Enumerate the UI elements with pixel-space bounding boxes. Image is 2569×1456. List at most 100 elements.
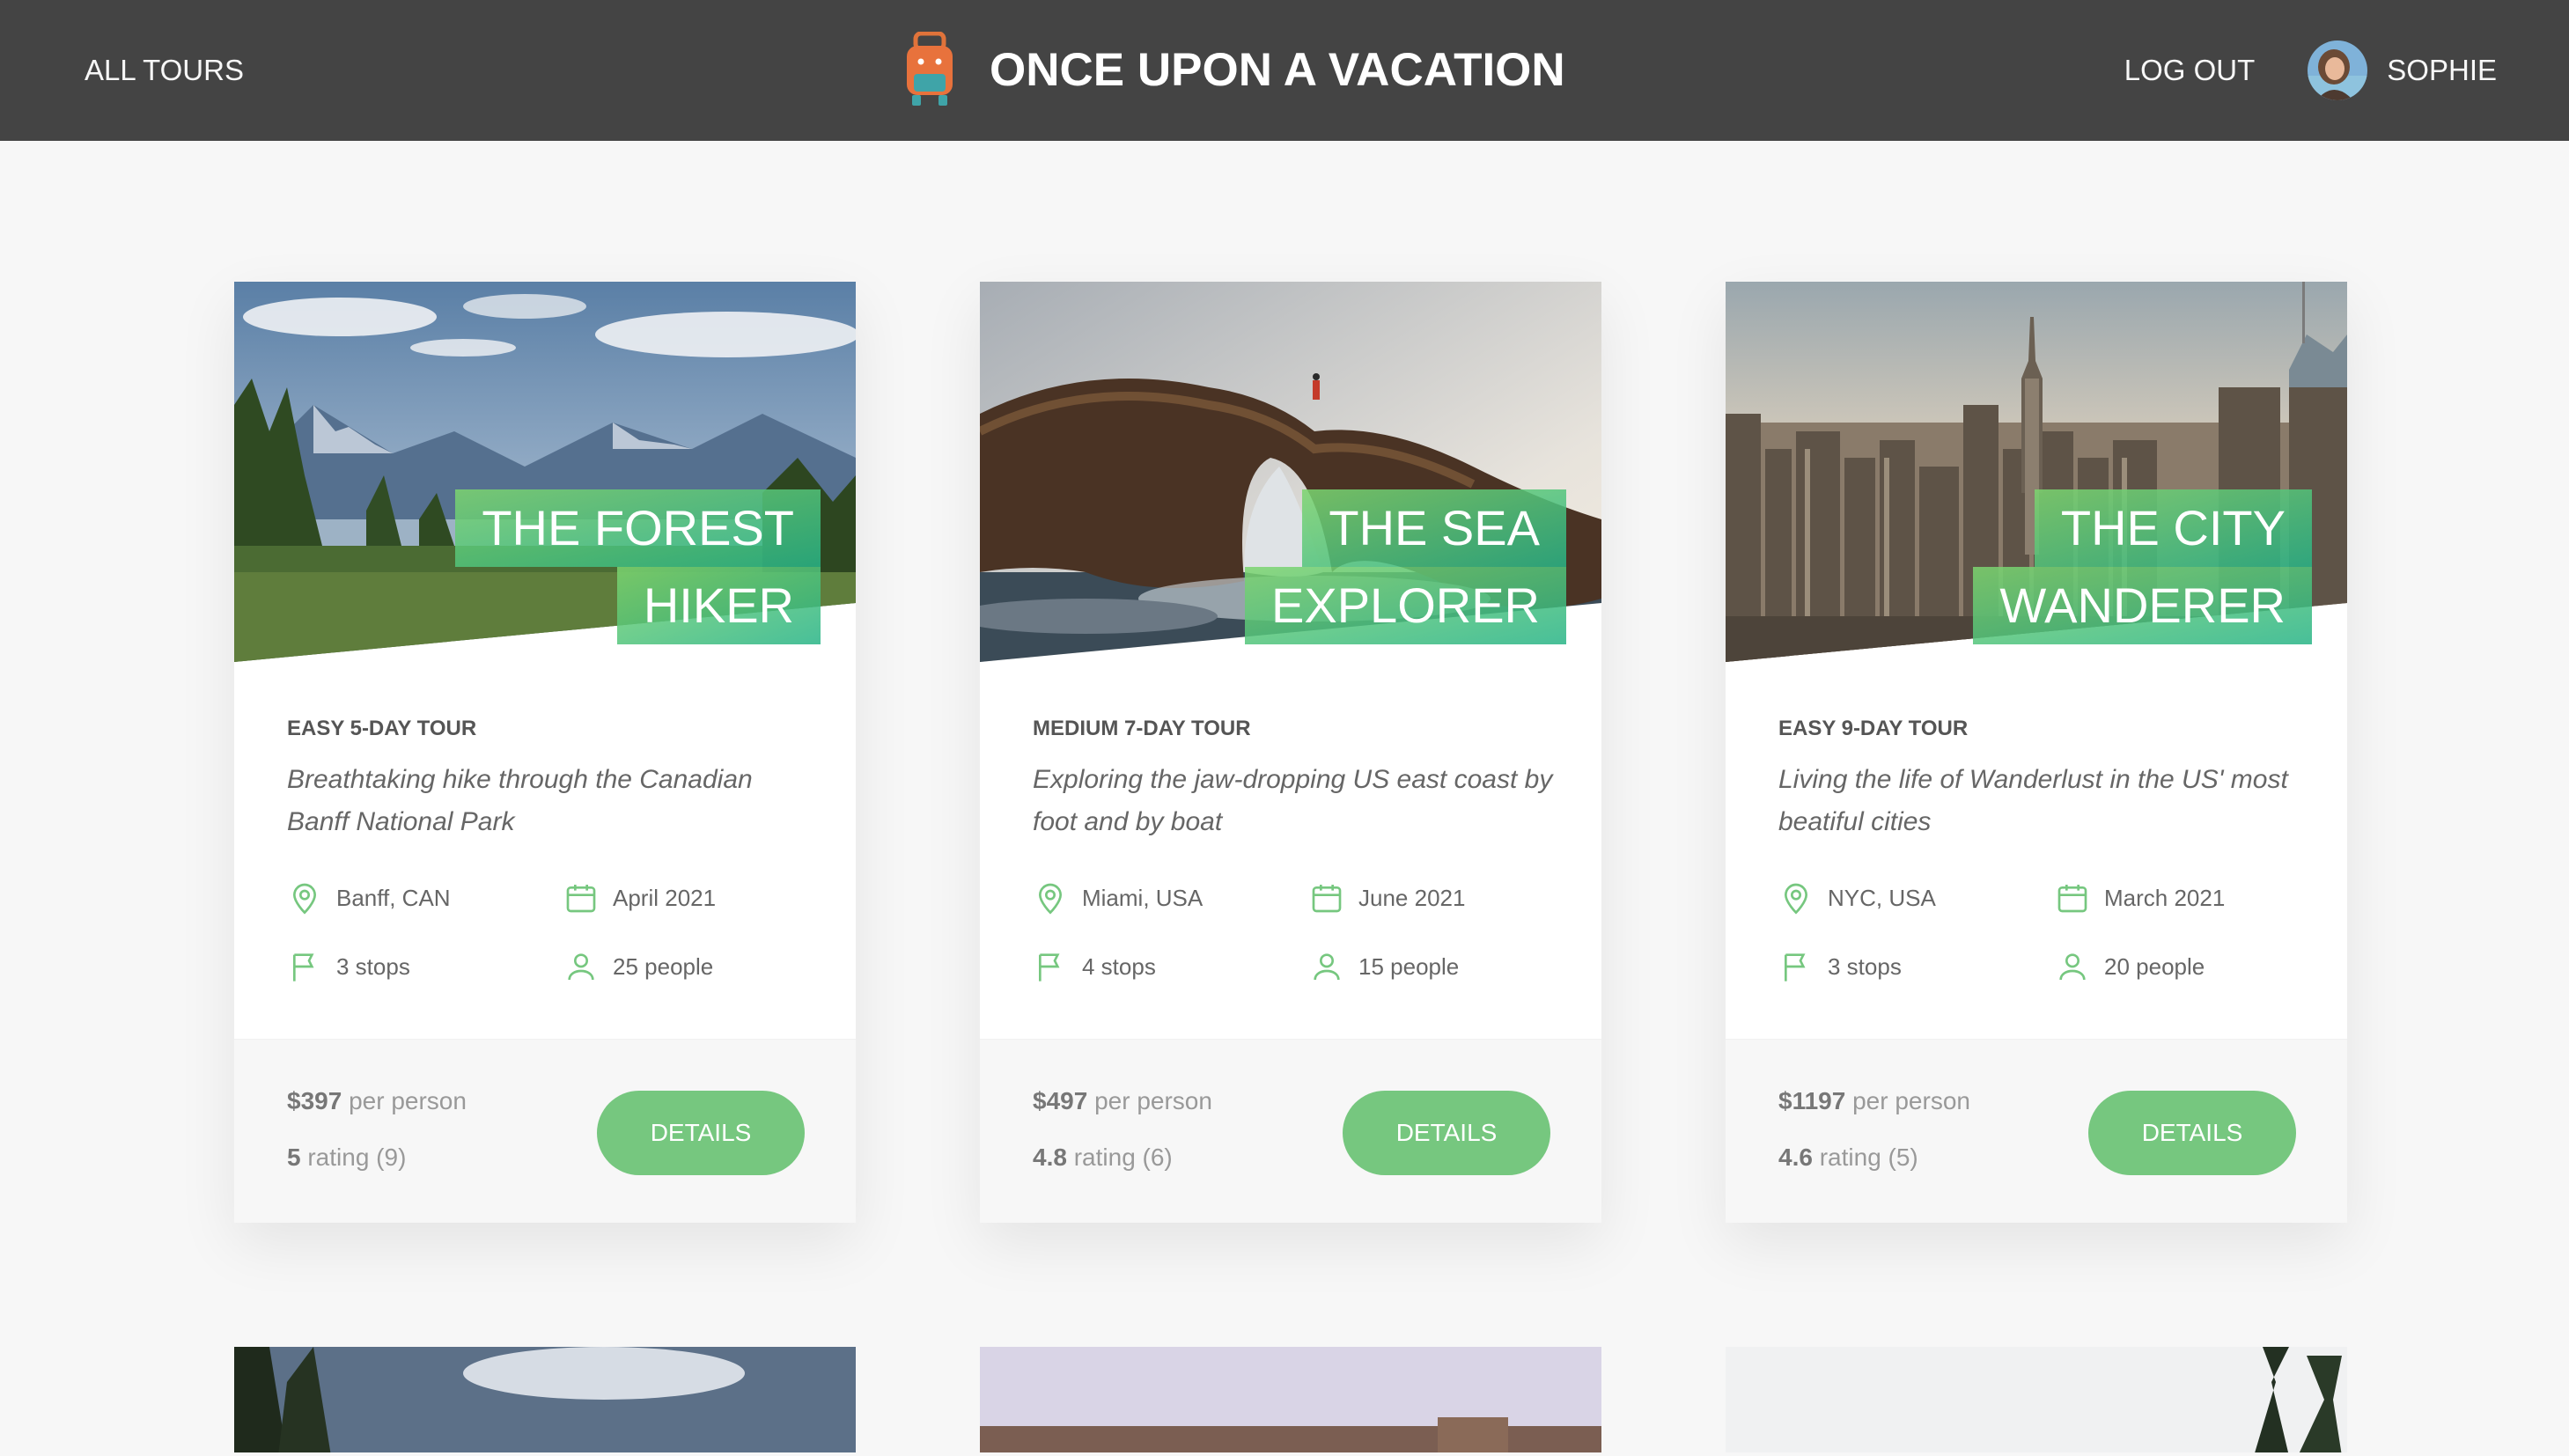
tour-photo-partial	[234, 1347, 856, 1452]
flag-icon	[293, 953, 314, 982]
rating: 5 rating (9)	[287, 1143, 406, 1172]
tour-card-partial	[980, 1347, 1601, 1452]
fact-text: 25 people	[613, 952, 714, 980]
rating: 4.6 rating (5)	[1778, 1143, 1918, 1172]
rating-suffix: rating (9)	[307, 1143, 407, 1171]
tour-facts: NYC, USA March 2021 3 stops 20 people	[1778, 880, 2307, 1021]
fact-stops: 3 stops	[1778, 949, 1902, 984]
tour-difficulty: Easy 9-day tour	[1778, 717, 1969, 740]
fact-people: 25 people	[563, 949, 713, 984]
tour-card: The City Wanderer Easy 9-day tour Living…	[1726, 282, 2347, 1223]
price-value: $397	[287, 1087, 342, 1114]
tour-photo-partial	[1726, 1347, 2347, 1452]
card-footer: $497 per person 4.8 rating (6) Details	[980, 1039, 1601, 1223]
tour-card-partial	[1726, 1347, 2347, 1452]
fact-text: Banff, CAN	[336, 884, 451, 911]
card-footer: $397 per person 5 rating (9) Details	[234, 1039, 856, 1223]
fact-date: April 2021	[563, 880, 716, 916]
price-value: $1197	[1778, 1087, 1846, 1114]
tour-summary: Living the life of Wanderlust in the US'…	[1778, 765, 2288, 836]
price-suffix: per person	[1852, 1087, 1970, 1114]
fact-people: 15 people	[1309, 949, 1459, 984]
calendar-icon	[1312, 885, 1342, 913]
tour-difficulty: Medium 7-day tour	[1033, 717, 1251, 740]
fact-location: Miami, USA	[1033, 880, 1203, 916]
map-pin-icon	[1038, 883, 1063, 915]
tour-facts: Banff, CAN April 2021 3 stops 25 people	[287, 880, 815, 1021]
site-header: All tours ONCE UPON A VACATION Log out S…	[0, 0, 2569, 141]
backpack-logo-icon	[907, 32, 953, 106]
rating-value: 4.8	[1033, 1143, 1067, 1171]
price: $397 per person	[287, 1087, 467, 1115]
card-header: The Forest Hiker	[234, 282, 856, 662]
user-icon	[2059, 953, 2086, 981]
fact-text: June 2021	[1358, 884, 1466, 911]
card-title-line: Wanderer	[1973, 567, 2312, 644]
tour-summary: Exploring the jaw-dropping US east coast…	[1033, 765, 1553, 836]
card-title-line: The City	[2034, 489, 2312, 567]
map-pin-icon	[292, 883, 317, 915]
user-nav: Log out Sophie	[2124, 0, 2497, 141]
card-title-line: The Sea	[1302, 489, 1566, 567]
details-button[interactable]: Details	[1343, 1091, 1550, 1175]
tour-card-partial	[234, 1347, 856, 1452]
price-suffix: per person	[1094, 1087, 1212, 1114]
rating-suffix: rating (6)	[1073, 1143, 1173, 1171]
user-name-link[interactable]: Sophie	[2387, 54, 2497, 87]
details-button[interactable]: Details	[2088, 1091, 2296, 1175]
tour-card: The Sea Explorer Medium 7-day tour Explo…	[980, 282, 1601, 1223]
all-tours-link[interactable]: All tours	[85, 54, 244, 87]
card-title-line: The Forest	[455, 489, 821, 567]
card-title: The Sea Explorer	[1038, 489, 1566, 644]
fact-date: March 2021	[2055, 880, 2225, 916]
fact-text: 3 stops	[1828, 952, 1902, 980]
flag-icon	[1785, 953, 1806, 982]
fact-text: March 2021	[2104, 884, 2226, 911]
user-icon	[568, 953, 594, 981]
calendar-icon	[566, 885, 596, 913]
tour-facts: Miami, USA June 2021 4 stops 15 people	[1033, 880, 1561, 1021]
fact-text: April 2021	[613, 884, 717, 911]
fact-date: June 2021	[1309, 880, 1465, 916]
brand-logo[interactable]: ONCE UPON A VACATION	[902, 32, 1565, 107]
card-footer: $1197 per person 4.6 rating (5) Details	[1726, 1039, 2347, 1223]
tour-difficulty: Easy 5-day tour	[287, 717, 477, 740]
map-pin-icon	[1784, 883, 1808, 915]
price-value: $497	[1033, 1087, 1088, 1114]
rating-value: 5	[287, 1143, 301, 1171]
fact-text: Miami, USA	[1082, 884, 1204, 911]
brand-name: ONCE UPON A VACATION	[990, 43, 1565, 96]
fact-location: NYC, USA	[1778, 880, 1936, 916]
rating: 4.8 rating (6)	[1033, 1143, 1173, 1172]
price: $1197 per person	[1778, 1087, 1970, 1115]
card-header: The Sea Explorer	[980, 282, 1601, 662]
price: $497 per person	[1033, 1087, 1212, 1115]
user-icon	[1314, 953, 1340, 981]
fact-text: 15 people	[1358, 952, 1460, 980]
price-suffix: per person	[349, 1087, 467, 1114]
tour-summary: Breathtaking hike through the Canadian B…	[287, 765, 753, 836]
card-title-line: Hiker	[616, 567, 821, 644]
fact-text: NYC, USA	[1828, 884, 1936, 911]
card-title: The Forest Hiker	[292, 489, 821, 644]
fact-text: 20 people	[2104, 952, 2205, 980]
logout-link[interactable]: Log out	[2124, 54, 2256, 87]
card-title: The City Wanderer	[1784, 489, 2312, 644]
tour-card: The Forest Hiker Easy 5-day tour Breatht…	[234, 282, 856, 1223]
fact-people: 20 people	[2055, 949, 2205, 984]
tour-photo-partial	[980, 1347, 1601, 1452]
calendar-icon	[2057, 885, 2087, 913]
flag-icon	[1039, 953, 1060, 982]
fact-location: Banff, CAN	[287, 880, 451, 916]
rating-suffix: rating (5)	[1819, 1143, 1918, 1171]
card-header: The City Wanderer	[1726, 282, 2347, 662]
user-avatar[interactable]	[2308, 40, 2368, 100]
rating-value: 4.6	[1778, 1143, 1813, 1171]
details-button[interactable]: Details	[597, 1091, 805, 1175]
avatar-photo	[2308, 40, 2368, 100]
fact-text: 4 stops	[1082, 952, 1156, 980]
card-title-line: Explorer	[1245, 567, 1566, 644]
fact-stops: 3 stops	[287, 949, 410, 984]
fact-text: 3 stops	[336, 952, 410, 980]
fact-stops: 4 stops	[1033, 949, 1156, 984]
